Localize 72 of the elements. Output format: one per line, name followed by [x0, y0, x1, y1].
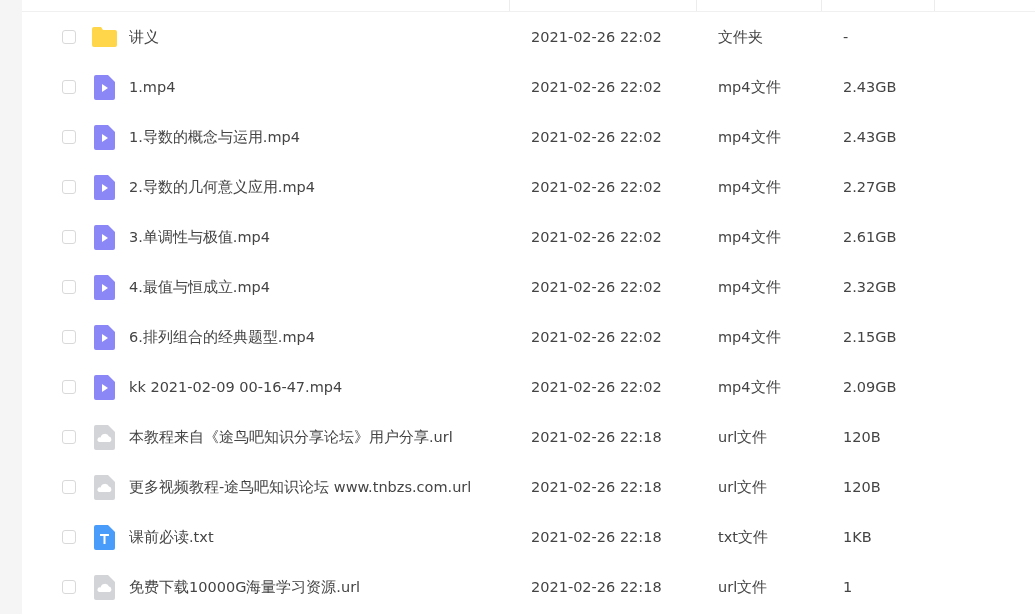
file-size: 1KB [843, 529, 873, 545]
modified-date: 2021-02-26 22:18 [531, 479, 663, 495]
file-type: mp4文件 [718, 177, 782, 197]
modified-date: 2021-02-26 22:18 [531, 579, 663, 595]
checkbox[interactable] [62, 180, 76, 194]
modified-date: 2021-02-26 22:02 [531, 129, 663, 145]
file-size: 2.27GB [843, 179, 898, 195]
video-file-icon [94, 224, 115, 250]
file-size: 2.09GB [843, 379, 898, 395]
file-type: url文件 [718, 427, 769, 447]
file-size: 2.15GB [843, 329, 898, 345]
video-file-icon [94, 174, 115, 200]
file-name[interactable]: 更多视频教程-途鸟吧知识论坛 www.tnbzs.com.url [129, 477, 531, 497]
cloud-file-icon [94, 474, 115, 500]
file-type: url文件 [718, 477, 769, 497]
file-name[interactable]: 免费下载10000G海量学习资源.url [129, 577, 531, 597]
video-file-icon [94, 374, 115, 400]
file-type: 文件夹 [718, 27, 764, 47]
modified-date: 2021-02-26 22:02 [531, 179, 663, 195]
file-type: mp4文件 [718, 227, 782, 247]
file-name[interactable]: 2.导数的几何意义应用.mp4 [129, 177, 531, 197]
modified-date: 2021-02-26 22:02 [531, 279, 663, 295]
checkbox[interactable] [62, 280, 76, 294]
file-name[interactable]: 讲义 [129, 27, 531, 47]
cloud-file-icon [94, 574, 115, 600]
folder-icon [92, 27, 117, 47]
video-file-icon [94, 274, 115, 300]
checkbox[interactable] [62, 480, 76, 494]
file-type: mp4文件 [718, 77, 782, 97]
file-size: 2.43GB [843, 129, 898, 145]
file-size: 2.61GB [843, 229, 898, 245]
file-type: url文件 [718, 577, 769, 597]
modified-date: 2021-02-26 22:02 [531, 79, 663, 95]
file-name[interactable]: 3.单调性与极值.mp4 [129, 227, 531, 247]
file-type: txt文件 [718, 527, 769, 547]
file-size: 2.43GB [843, 79, 898, 95]
file-size: 2.32GB [843, 279, 898, 295]
file-name[interactable]: 课前必读.txt [129, 527, 531, 547]
file-size: - [843, 29, 850, 45]
checkbox[interactable] [62, 530, 76, 544]
file-name[interactable]: kk 2021-02-09 00-16-47.mp4 [129, 379, 531, 395]
file-size: 1 [843, 579, 854, 595]
file-type: mp4文件 [718, 127, 782, 147]
modified-date: 2021-02-26 22:18 [531, 529, 663, 545]
checkbox[interactable] [62, 30, 76, 44]
video-file-icon [94, 74, 115, 100]
modified-date: 2021-02-26 22:02 [531, 229, 663, 245]
video-file-icon [94, 324, 115, 350]
file-size: 120B [843, 479, 882, 495]
checkbox[interactable] [62, 430, 76, 444]
file-name[interactable]: 4.最值与恒成立.mp4 [129, 277, 531, 297]
checkbox[interactable] [62, 380, 76, 394]
cloud-file-icon [94, 424, 115, 450]
checkbox[interactable] [62, 230, 76, 244]
video-file-icon [94, 124, 115, 150]
modified-date: 2021-02-26 22:02 [531, 379, 663, 395]
file-type: mp4文件 [718, 377, 782, 397]
modified-date: 2021-02-26 22:02 [531, 29, 663, 45]
file-type: mp4文件 [718, 327, 782, 347]
checkbox[interactable] [62, 330, 76, 344]
file-name[interactable]: 1.mp4 [129, 79, 531, 95]
file-name[interactable]: 1.导数的概念与运用.mp4 [129, 127, 531, 147]
text-file-icon [94, 524, 115, 550]
checkbox[interactable] [62, 580, 76, 594]
modified-date: 2021-02-26 22:02 [531, 329, 663, 345]
modified-date: 2021-02-26 22:18 [531, 429, 663, 445]
file-name[interactable]: 本教程来自《途鸟吧知识分享论坛》用户分享.url [129, 427, 531, 447]
checkbox[interactable] [62, 80, 76, 94]
file-name[interactable]: 6.排列组合的经典题型.mp4 [129, 327, 531, 347]
file-type: mp4文件 [718, 277, 782, 297]
file-size: 120B [843, 429, 882, 445]
checkbox[interactable] [62, 130, 76, 144]
